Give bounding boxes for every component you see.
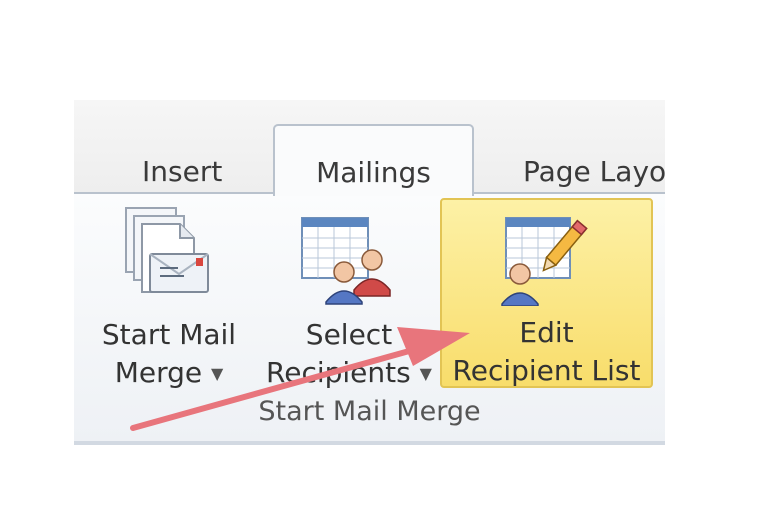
pointer-arrow-icon (130, 327, 470, 431)
arrow-annotation (130, 327, 470, 431)
tab-mailings[interactable]: Mailings (273, 124, 474, 196)
